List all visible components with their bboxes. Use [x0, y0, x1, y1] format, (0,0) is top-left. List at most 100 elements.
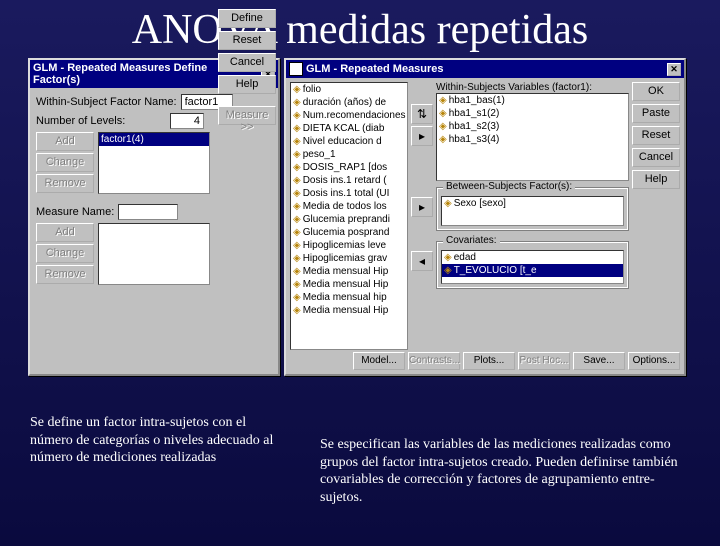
within-variables-listbox[interactable]: ◈hba1_bas(1)◈hba1_s1(2)◈hba1_s2(3)◈hba1_… — [436, 93, 629, 181]
move-covariate-icon[interactable]: ◂ — [411, 251, 433, 271]
list-item[interactable]: ◈Hipoglicemias grav — [291, 252, 407, 265]
variable-icon: ◈ — [293, 149, 301, 160]
dialog-title: GLM - Repeated Measures — [306, 63, 444, 75]
between-subjects-label: Between-Subjects Factor(s): — [443, 181, 575, 192]
titlebar[interactable]: GLM - Repeated Measures ✕ — [286, 60, 684, 78]
list-item[interactable]: ◈edad — [442, 251, 623, 264]
define-factors-dialog: GLM - Repeated Measures Define Factor(s)… — [28, 58, 280, 376]
cancel-button[interactable]: Cancel — [632, 148, 680, 167]
list-item[interactable]: ◈Media mensual hip — [291, 291, 407, 304]
move-right-icon[interactable]: ▸ — [411, 126, 433, 146]
list-item[interactable]: ◈Media mensual Hip — [291, 278, 407, 291]
variable-icon: ◈ — [439, 121, 447, 132]
source-variables-listbox[interactable]: ◈folio◈duración (años) de◈Num.recomendac… — [290, 82, 408, 350]
posthoc-button[interactable]: Post Hoc... — [518, 352, 570, 370]
measure-name-input[interactable] — [118, 204, 178, 220]
measure-expand-button[interactable]: Measure >> — [218, 106, 276, 125]
variable-icon: ◈ — [293, 175, 301, 186]
variable-icon: ◈ — [444, 198, 452, 209]
list-item[interactable]: ◈Sexo [sexo] — [442, 197, 623, 210]
variable-icon: ◈ — [293, 123, 301, 134]
variable-icon: ◈ — [293, 292, 301, 303]
covariates-listbox[interactable]: ◈edad◈T_EVOLUCIO [t_e — [441, 250, 624, 284]
ok-button[interactable]: OK — [632, 82, 680, 101]
add-measure-button[interactable]: Add — [36, 223, 94, 242]
variable-icon: ◈ — [293, 227, 301, 238]
list-item[interactable]: ◈Media de todos los — [291, 200, 407, 213]
list-item[interactable]: ◈Glucemia preprandi — [291, 213, 407, 226]
reset-button[interactable]: Reset — [218, 31, 276, 50]
help-button[interactable]: Help — [218, 75, 276, 94]
list-item[interactable]: ◈T_EVOLUCIO [t_e — [442, 264, 623, 277]
caption-right: Se especifican las variables de las medi… — [320, 436, 690, 506]
measures-listbox[interactable] — [98, 223, 210, 285]
close-icon[interactable]: ✕ — [667, 63, 681, 76]
repeated-measures-dialog: GLM - Repeated Measures ✕ ◈folio◈duració… — [284, 58, 686, 376]
list-item[interactable]: ◈Media mensual Hip — [291, 265, 407, 278]
contrasts-button[interactable]: Contrasts... — [408, 352, 460, 370]
slide-title: ANOVA medidas repetidas — [0, 6, 720, 54]
variable-icon: ◈ — [293, 162, 301, 173]
plots-button[interactable]: Plots... — [463, 352, 515, 370]
list-item[interactable]: ◈hba1_s2(3) — [437, 120, 628, 133]
list-item[interactable]: ◈DIETA KCAL (diab — [291, 122, 407, 135]
system-icon — [289, 62, 303, 76]
variable-icon: ◈ — [293, 188, 301, 199]
levels-label: Number of Levels: — [36, 115, 166, 127]
variable-icon: ◈ — [293, 214, 301, 225]
help-button[interactable]: Help — [632, 170, 680, 189]
list-item[interactable]: ◈DOSIS_RAP1 [dos — [291, 161, 407, 174]
paste-button[interactable]: Paste — [632, 104, 680, 123]
swap-icon[interactable]: ⇅ — [411, 104, 433, 124]
list-item[interactable]: ◈duración (años) de — [291, 96, 407, 109]
model-button[interactable]: Model... — [353, 352, 405, 370]
list-item[interactable]: ◈Nivel educacion d — [291, 135, 407, 148]
list-item[interactable]: ◈folio — [291, 83, 407, 96]
list-item[interactable]: ◈hba1_bas(1) — [437, 94, 628, 107]
change-measure-button[interactable]: Change — [36, 244, 94, 263]
options-button[interactable]: Options... — [628, 352, 680, 370]
variable-icon: ◈ — [439, 108, 447, 119]
variable-icon: ◈ — [293, 266, 301, 277]
cancel-button[interactable]: Cancel — [218, 53, 276, 72]
factor-name-label: Within-Subject Factor Name: — [36, 96, 177, 108]
list-item[interactable]: ◈hba1_s3(4) — [437, 133, 628, 146]
variable-icon: ◈ — [293, 201, 301, 212]
between-variables-listbox[interactable]: ◈Sexo [sexo] — [441, 196, 624, 226]
levels-input[interactable] — [170, 113, 204, 129]
list-item[interactable]: ◈hba1_s1(2) — [437, 107, 628, 120]
list-item[interactable]: ◈Dosis ins.1 total (UI — [291, 187, 407, 200]
move-between-icon[interactable]: ▸ — [411, 197, 433, 217]
reset-button[interactable]: Reset — [632, 126, 680, 145]
add-button[interactable]: Add — [36, 132, 94, 151]
variable-icon: ◈ — [293, 240, 301, 251]
factors-listbox[interactable]: factor1(4) — [98, 132, 210, 194]
variable-icon: ◈ — [439, 134, 447, 145]
within-subjects-label: Within-Subjects Variables (factor1): — [436, 82, 629, 93]
list-item[interactable]: ◈peso_1 — [291, 148, 407, 161]
define-button[interactable]: Define — [218, 9, 276, 28]
variable-icon: ◈ — [293, 305, 301, 316]
measure-name-label: Measure Name: — [36, 206, 114, 218]
change-button[interactable]: Change — [36, 153, 94, 172]
list-item[interactable]: ◈Glucemia posprand — [291, 226, 407, 239]
remove-measure-button[interactable]: Remove — [36, 265, 94, 284]
variable-icon: ◈ — [293, 279, 301, 290]
caption-left: Se define un factor intra-sujetos con el… — [30, 414, 280, 467]
variable-icon: ◈ — [293, 97, 301, 108]
list-item[interactable]: ◈Dosis ins.1 retard ( — [291, 174, 407, 187]
covariates-label: Covariates: — [443, 235, 500, 246]
variable-icon: ◈ — [444, 265, 452, 276]
list-item[interactable]: ◈Hipoglicemias leve — [291, 239, 407, 252]
save-button[interactable]: Save... — [573, 352, 625, 370]
variable-icon: ◈ — [293, 110, 301, 121]
variable-icon: ◈ — [293, 253, 301, 264]
list-item[interactable]: ◈Media mensual Hip — [291, 304, 407, 317]
remove-button[interactable]: Remove — [36, 174, 94, 193]
list-item[interactable]: factor1(4) — [99, 133, 209, 146]
variable-icon: ◈ — [293, 136, 301, 147]
variable-icon: ◈ — [439, 95, 447, 106]
variable-icon: ◈ — [444, 252, 452, 263]
variable-icon: ◈ — [293, 84, 301, 95]
list-item[interactable]: ◈Num.recomendaciones — [291, 109, 407, 122]
